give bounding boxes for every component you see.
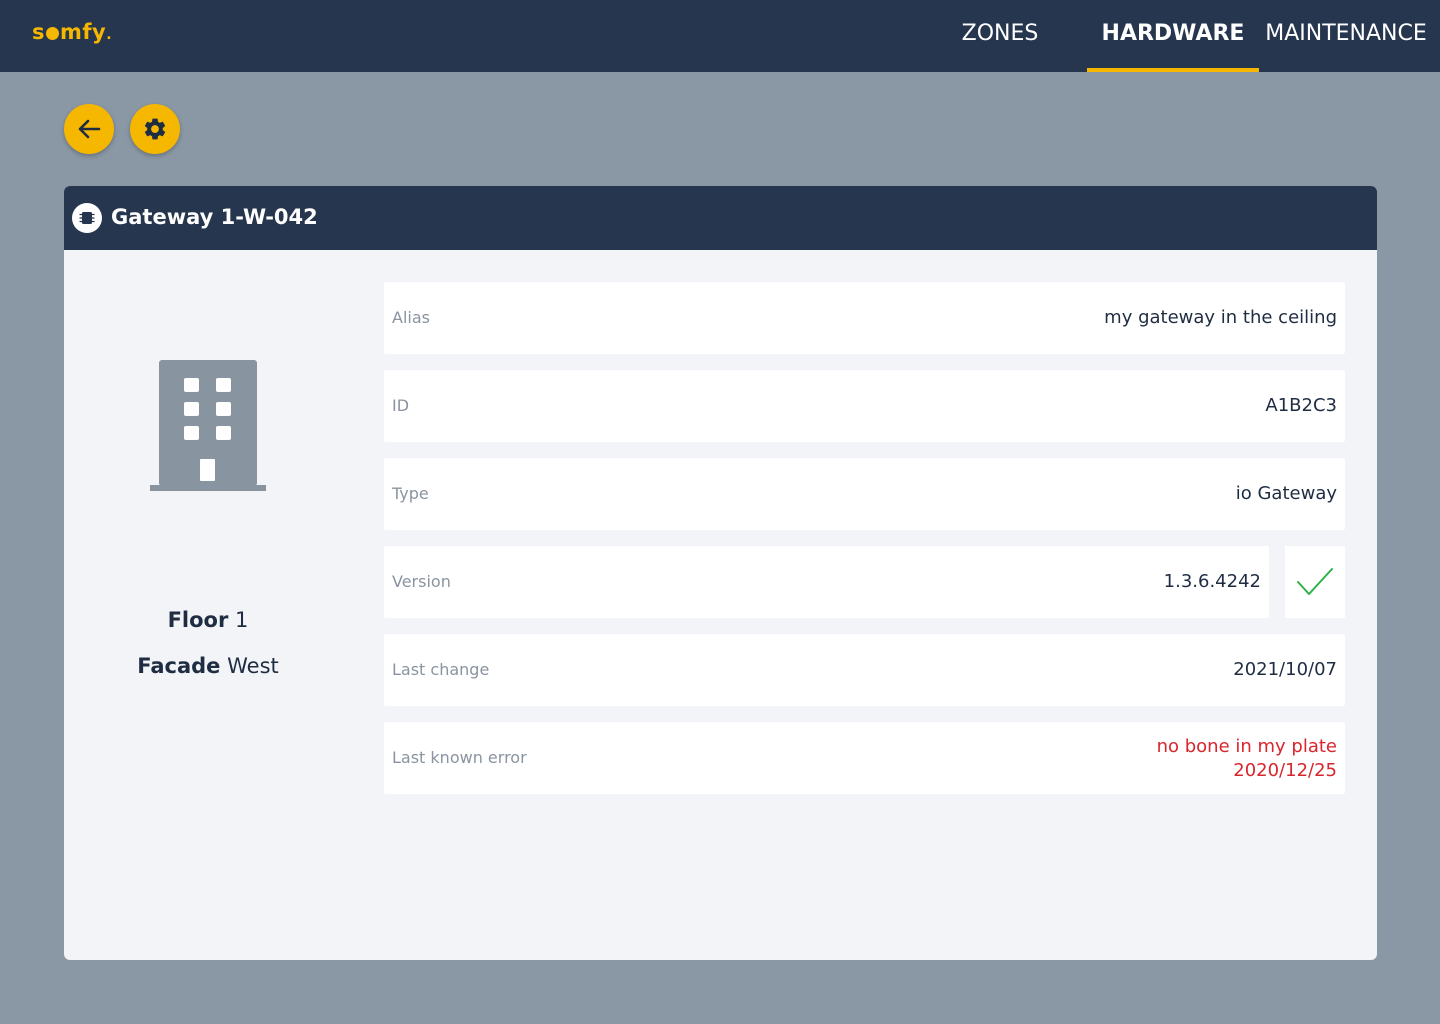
floor-info: Floor 1 [108, 608, 308, 632]
field-value: my gateway in the ceiling [1104, 307, 1337, 328]
field-label: ID [392, 396, 410, 415]
field-row-last-change: Last change 2021/10/07 [384, 634, 1345, 706]
field-value: A1B2C3 [1265, 395, 1337, 416]
facade-value: West [227, 654, 279, 678]
tab-maintenance[interactable]: MAINTENANCE [1262, 0, 1430, 72]
somfy-logo[interactable]: s mfy. [32, 20, 112, 44]
floor-label: Floor [167, 608, 229, 632]
facade-label: Facade [137, 654, 221, 678]
top-navigation-bar: s mfy. ZONES HARDWARE MAINTENANCE [0, 0, 1440, 72]
field-value: 1.3.6.4242 [1163, 571, 1261, 592]
back-button[interactable] [64, 104, 114, 154]
gateway-detail-card: Gateway 1-W-042 Floor 1 Facade West Alia… [64, 186, 1377, 960]
field-value: io Gateway [1235, 483, 1337, 504]
field-row-id: ID A1B2C3 [384, 370, 1345, 442]
field-row-alias: Alias my gateway in the ceiling [384, 282, 1345, 354]
facade-info: Facade West [108, 654, 308, 678]
error-date: 2020/12/25 [1233, 760, 1337, 781]
error-value: no bone in my plate 2020/12/25 [1157, 735, 1337, 807]
arrow-left-icon [78, 119, 101, 139]
field-row-type: Type io Gateway [384, 458, 1345, 530]
floor-value: 1 [235, 608, 249, 632]
tab-hardware[interactable]: HARDWARE [1087, 0, 1259, 72]
chip-icon [72, 203, 102, 233]
field-label: Alias [392, 308, 430, 327]
tab-zones[interactable]: ZONES [950, 0, 1050, 72]
card-header: Gateway 1-W-042 [64, 186, 1377, 250]
field-value: 2021/10/07 [1233, 659, 1337, 680]
field-label: Last known error [392, 748, 527, 767]
check-icon [1297, 568, 1333, 595]
card-title: Gateway 1-W-042 [111, 205, 318, 229]
field-label: Last change [392, 660, 490, 679]
field-label: Type [392, 484, 429, 503]
building-icon [150, 360, 266, 496]
error-message: no bone in my plate [1156, 736, 1337, 757]
field-row-version: Version 1.3.6.4242 [384, 546, 1269, 618]
version-status [1285, 546, 1345, 618]
field-row-last-known-error: Last known error no bone in my plate 202… [384, 722, 1345, 794]
field-label: Version [392, 572, 451, 591]
gear-icon [144, 118, 166, 140]
settings-button[interactable] [130, 104, 180, 154]
